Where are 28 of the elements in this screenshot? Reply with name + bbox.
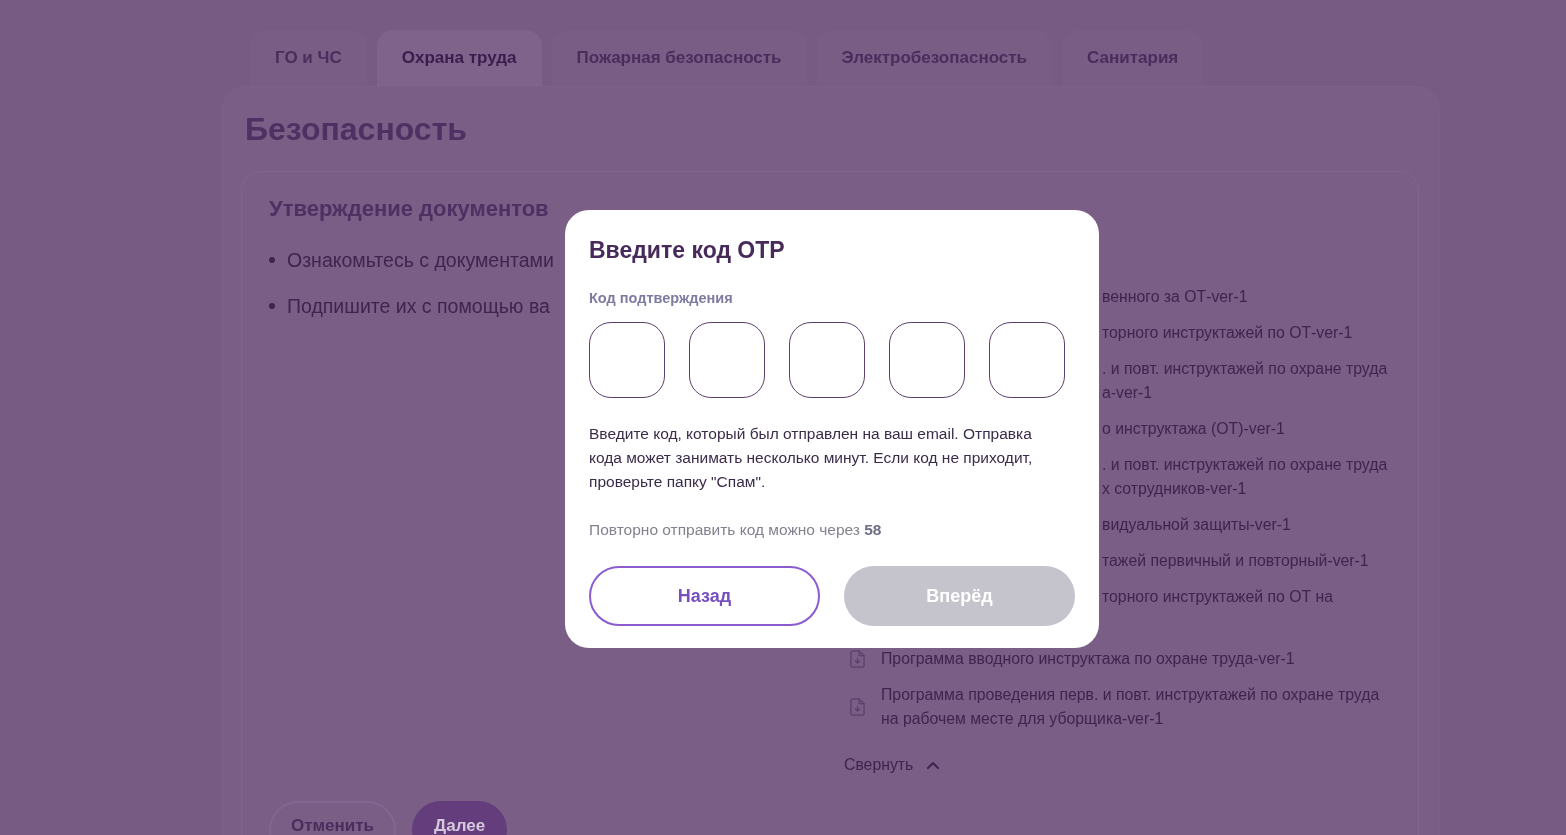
- next-button[interactable]: Далее: [412, 801, 508, 835]
- chevron-up-icon[interactable]: [927, 761, 940, 769]
- tab[interactable]: Охрана труда: [376, 30, 542, 86]
- resend-countdown-text: Повторно отправить код можно через 58: [589, 520, 883, 540]
- document-link[interactable]: торного инструктажей по ОТ-ver-1: [1102, 321, 1353, 345]
- document-link[interactable]: о инструктажа (ОТ)-ver-1: [1102, 417, 1285, 441]
- code-digit-field[interactable]: [789, 322, 865, 398]
- document-link[interactable]: Программа вводного инструктажа по охране труда-ver-1: [881, 647, 1295, 671]
- document-link[interactable]: торного инструктажей по ОТ на: [1102, 585, 1333, 609]
- field-label: Код подтверждения: [589, 289, 734, 308]
- bullet-icon: [269, 303, 275, 309]
- code-digit-field[interactable]: [989, 322, 1065, 398]
- code-digit-field[interactable]: [689, 322, 765, 398]
- document-link[interactable]: видуальной защиты-ver-1: [1102, 513, 1291, 537]
- hint-text: Введите код, который был отправлен на ваш email. Отправка кода может занимать несколько минут. Если код не приходит, проверьте папку "Спам".: [589, 424, 1034, 492]
- document-link[interactable]: венного за ОТ-ver-1: [1102, 285, 1248, 309]
- document-link[interactable]: . и повт. инструктажей по охране труда а-ver-1: [1102, 357, 1388, 405]
- code-digit-field[interactable]: [889, 322, 965, 398]
- code-digit-field[interactable]: [589, 322, 665, 398]
- bullet-icon: [269, 257, 275, 263]
- collapse-link[interactable]: Свернуть: [844, 753, 914, 777]
- back-button[interactable]: Назад: [589, 566, 820, 626]
- document-link[interactable]: тажей первичный и повторный-ver-1: [1102, 549, 1369, 573]
- instruction-text: Ознакомьтесь с документами: [287, 248, 554, 273]
- dialog-title: Введите код OTP: [589, 236, 786, 265]
- document-link[interactable]: Программа проведения перв. и повт. инструктажей по охране труда на рабочем месте для уборщика-ver-1: [881, 683, 1380, 731]
- instruction-text: Подпишите их с помощью ва: [287, 294, 550, 319]
- document-link[interactable]: . и повт. инструктажей по охране труда х сотрудников-ver-1: [1102, 453, 1388, 501]
